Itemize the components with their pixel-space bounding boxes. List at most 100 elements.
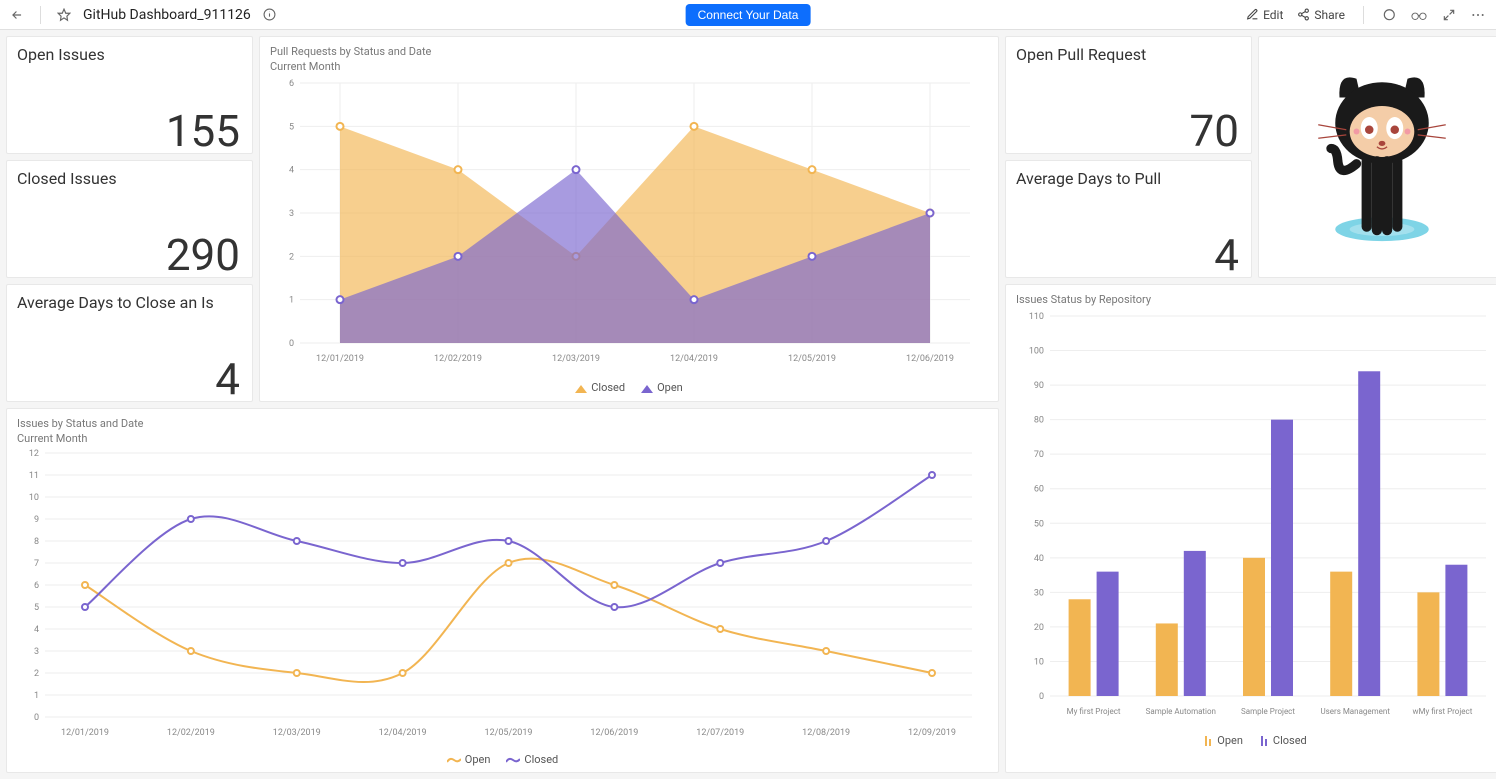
svg-text:12/05/2019: 12/05/2019 [788,354,836,364]
svg-text:1: 1 [34,691,39,701]
chart-pull-requests[interactable]: Pull Requests by Status and Date Current… [259,36,999,402]
chart-title: Issues by Status and Date [17,417,988,430]
svg-text:0: 0 [34,713,39,723]
svg-text:3: 3 [34,647,39,657]
preview-icon[interactable] [1410,8,1428,22]
svg-text:12/02/2019: 12/02/2019 [434,354,482,364]
svg-text:100: 100 [1029,347,1044,357]
svg-text:50: 50 [1034,519,1044,529]
svg-text:12/01/2019: 12/01/2019 [316,354,364,364]
back-icon[interactable] [10,8,24,22]
svg-text:12/05/2019: 12/05/2019 [485,728,533,738]
svg-text:3: 3 [289,209,294,219]
svg-text:Sample Automation: Sample Automation [1146,707,1216,716]
info-icon[interactable] [263,8,276,21]
dashboard-title[interactable]: GitHub Dashboard_911126 [83,7,251,23]
toolbar: GitHub Dashboard_911126 Connect Your Dat… [0,0,1496,30]
svg-text:60: 60 [1034,485,1044,495]
svg-text:My first Project: My first Project [1067,707,1121,716]
svg-text:4: 4 [289,166,294,176]
svg-text:40: 40 [1034,554,1044,564]
svg-text:4: 4 [34,625,39,635]
kpi-value: 70 [1190,109,1239,153]
chart-subtitle: Current Month [17,432,988,445]
svg-text:90: 90 [1034,381,1044,391]
kpi-value: 290 [166,233,240,277]
svg-text:7: 7 [34,559,39,569]
svg-text:12/04/2019: 12/04/2019 [379,728,427,738]
svg-text:12/09/2019: 12/09/2019 [908,728,956,738]
legend-closed: Closed [591,381,625,394]
svg-text:80: 80 [1034,416,1044,426]
legend-closed: Closed [524,753,558,766]
svg-text:5: 5 [34,603,39,613]
svg-text:30: 30 [1034,588,1044,598]
svg-text:12/06/2019: 12/06/2019 [590,728,638,738]
kpi-value: 4 [1214,233,1239,277]
svg-text:0: 0 [1039,692,1044,702]
kpi-title: Open Pull Request [1016,45,1241,64]
svg-text:5: 5 [289,122,294,132]
svg-text:12/04/2019: 12/04/2019 [670,354,718,364]
share-label: Share [1314,8,1345,22]
legend: Open Closed [1016,734,1494,747]
svg-text:12: 12 [29,449,39,459]
octocat-card [1258,36,1496,278]
kpi-value: 4 [215,357,240,401]
pull-requests-svg: 012345612/01/201912/02/201912/03/201912/… [270,73,990,373]
divider [40,6,41,24]
legend: Closed Open [270,381,988,394]
kpi-avg-close[interactable]: Average Days to Close an Is 4 [6,284,253,402]
kpi-closed-issues[interactable]: Closed Issues 290 [6,160,253,278]
svg-text:1: 1 [289,296,294,306]
share-button[interactable]: Share [1297,8,1345,22]
legend-open: Open [465,753,491,766]
svg-text:12/03/2019: 12/03/2019 [273,728,321,738]
octocat-icon [1297,57,1467,257]
more-icon[interactable] [1470,7,1486,23]
legend-closed: Closed [1273,734,1307,747]
kpi-title: Average Days to Close an Is [17,293,242,312]
svg-text:8: 8 [34,537,39,547]
fullscreen-icon[interactable] [1442,8,1456,22]
comment-icon[interactable] [1382,8,1396,22]
line-chart-svg: 012345678910111212/01/201912/02/201912/0… [17,445,992,745]
svg-text:9: 9 [34,515,39,525]
chart-issues-by-repo[interactable]: Issues Status by Repository 0 10 20 30 40 50 6… [1005,284,1496,773]
svg-text:12/01/2019: 12/01/2019 [61,728,109,738]
chart-issues-by-date[interactable]: Issues by Status and Date Current Month … [6,408,999,773]
chart-title: Pull Requests by Status and Date [270,45,988,58]
svg-text:20: 20 [1034,623,1044,633]
kpi-title: Average Days to Pull [1016,169,1241,188]
kpi-title: Closed Issues [17,169,242,188]
kpi-open-issues[interactable]: Open Issues 155 [6,36,253,154]
svg-text:10: 10 [1034,657,1044,667]
chart-title: Issues Status by Repository [1016,293,1494,306]
svg-text:11: 11 [29,471,39,481]
svg-text:6: 6 [34,581,39,591]
legend-open: Open [1217,734,1243,747]
svg-text:12/08/2019: 12/08/2019 [802,728,850,738]
star-icon[interactable] [57,8,71,22]
connect-data-button[interactable]: Connect Your Data [686,4,811,26]
kpi-title: Open Issues [17,45,242,64]
chart-subtitle: Current Month [270,60,988,73]
svg-text:2: 2 [289,252,294,262]
kpi-value: 155 [166,109,240,153]
kpi-avg-pull[interactable]: Average Days to Pull 4 [1005,160,1252,278]
svg-text:6: 6 [289,79,294,89]
kpi-open-pr[interactable]: Open Pull Request 70 [1005,36,1252,154]
edit-button[interactable]: Edit [1246,8,1283,22]
bar-chart-svg: 0102030405060708090100110My first Projec… [1016,306,1496,726]
svg-text:2: 2 [34,669,39,679]
svg-text:0: 0 [289,339,294,349]
svg-text:12/02/2019: 12/02/2019 [167,728,215,738]
svg-text:12/07/2019: 12/07/2019 [696,728,744,738]
svg-text:10: 10 [29,493,39,503]
svg-text:12/06/2019: 12/06/2019 [906,354,954,364]
svg-text:Sample Project: Sample Project [1241,707,1295,716]
svg-text:70: 70 [1034,450,1044,460]
svg-text:Users Management: Users Management [1320,707,1390,716]
svg-text:wMy first Project: wMy first Project [1412,707,1472,716]
legend: Open Closed [17,753,988,766]
